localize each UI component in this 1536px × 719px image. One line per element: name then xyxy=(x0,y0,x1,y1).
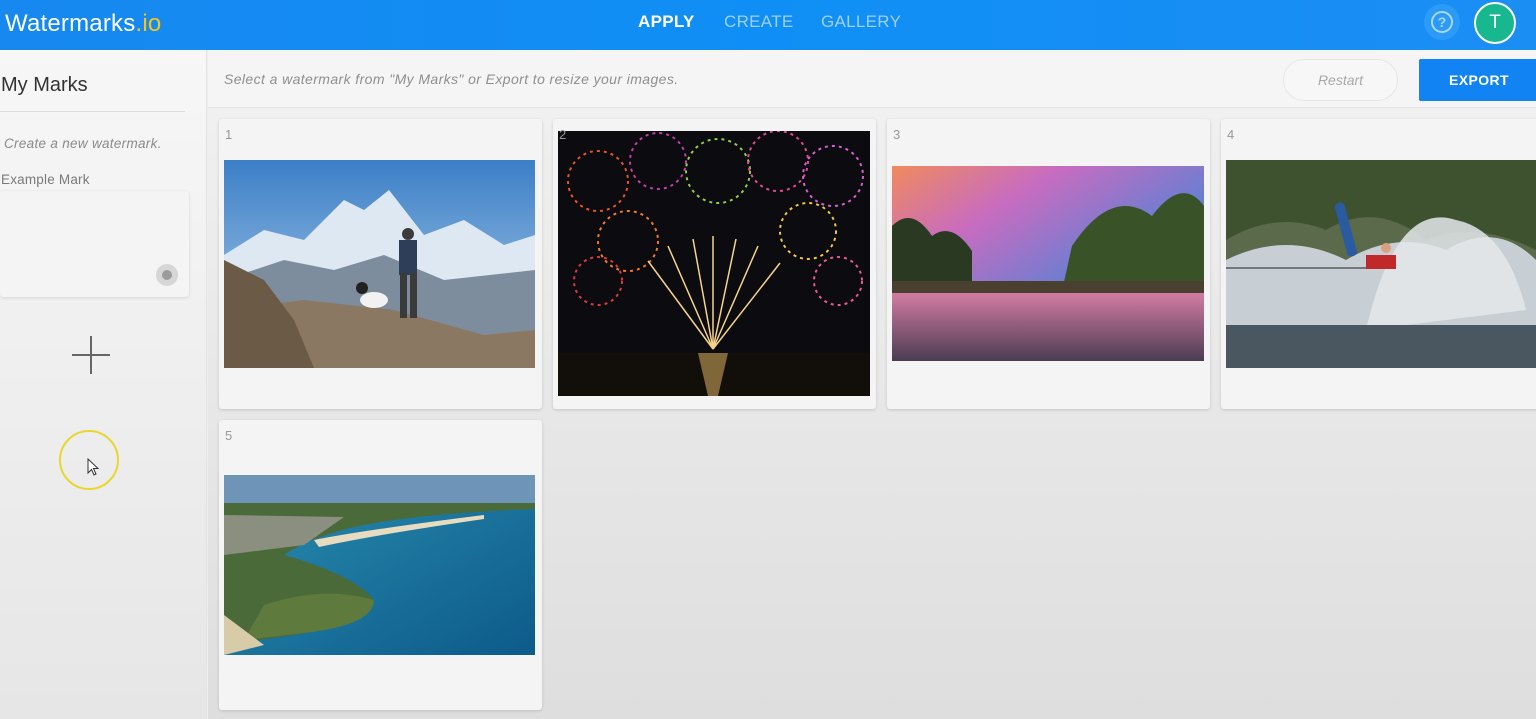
image-card[interactable]: 5 xyxy=(219,420,542,710)
logo-tld: .io xyxy=(135,10,162,37)
example-mark-label: Example Mark xyxy=(1,172,90,187)
image-number: 4 xyxy=(1227,127,1235,142)
help-button[interactable]: ? xyxy=(1424,4,1460,40)
avatar[interactable]: T xyxy=(1474,2,1516,44)
sidebar-divider xyxy=(0,111,185,112)
image-gallery: 1 2 3 4 5 xyxy=(208,109,1536,719)
nav-gallery[interactable]: GALLERY xyxy=(821,12,901,32)
example-mark-card[interactable] xyxy=(0,191,189,297)
sidebar: My Marks Create a new watermark. Example… xyxy=(0,50,207,719)
image-card[interactable]: 1 xyxy=(219,119,542,409)
top-bar: Watermarks.io APPLY CREATE GALLERY ? T xyxy=(0,0,1536,50)
question-circle-icon: ? xyxy=(1431,11,1453,33)
image-number: 1 xyxy=(225,127,233,142)
mark-settings-icon[interactable] xyxy=(156,264,178,286)
create-watermark-hint: Create a new watermark. xyxy=(4,136,162,151)
image-thumbnail xyxy=(224,475,535,655)
image-number: 2 xyxy=(559,127,567,142)
image-thumbnail xyxy=(224,160,535,368)
sidebar-title: My Marks xyxy=(1,74,88,96)
toolbar-hint: Select a watermark from "My Marks" or Ex… xyxy=(224,71,679,87)
image-card[interactable]: 4 xyxy=(1221,119,1536,409)
image-number: 3 xyxy=(893,127,901,142)
nav-create[interactable]: CREATE xyxy=(724,12,794,32)
image-thumbnail xyxy=(558,131,870,396)
image-thumbnail xyxy=(1226,160,1536,368)
restart-button[interactable]: Restart xyxy=(1283,59,1398,101)
plus-icon[interactable] xyxy=(72,336,110,374)
toolbar: Select a watermark from "My Marks" or Ex… xyxy=(208,50,1536,108)
image-thumbnail xyxy=(892,166,1204,361)
logo-main: Watermarks xyxy=(5,10,136,37)
mouse-cursor-icon xyxy=(87,458,100,476)
image-card[interactable]: 3 xyxy=(887,119,1210,409)
logo[interactable]: Watermarks.io xyxy=(5,10,161,38)
image-number: 5 xyxy=(225,428,233,443)
nav-apply[interactable]: APPLY xyxy=(638,12,695,32)
export-button[interactable]: EXPORT xyxy=(1419,59,1536,101)
image-card[interactable]: 2 xyxy=(553,119,876,409)
